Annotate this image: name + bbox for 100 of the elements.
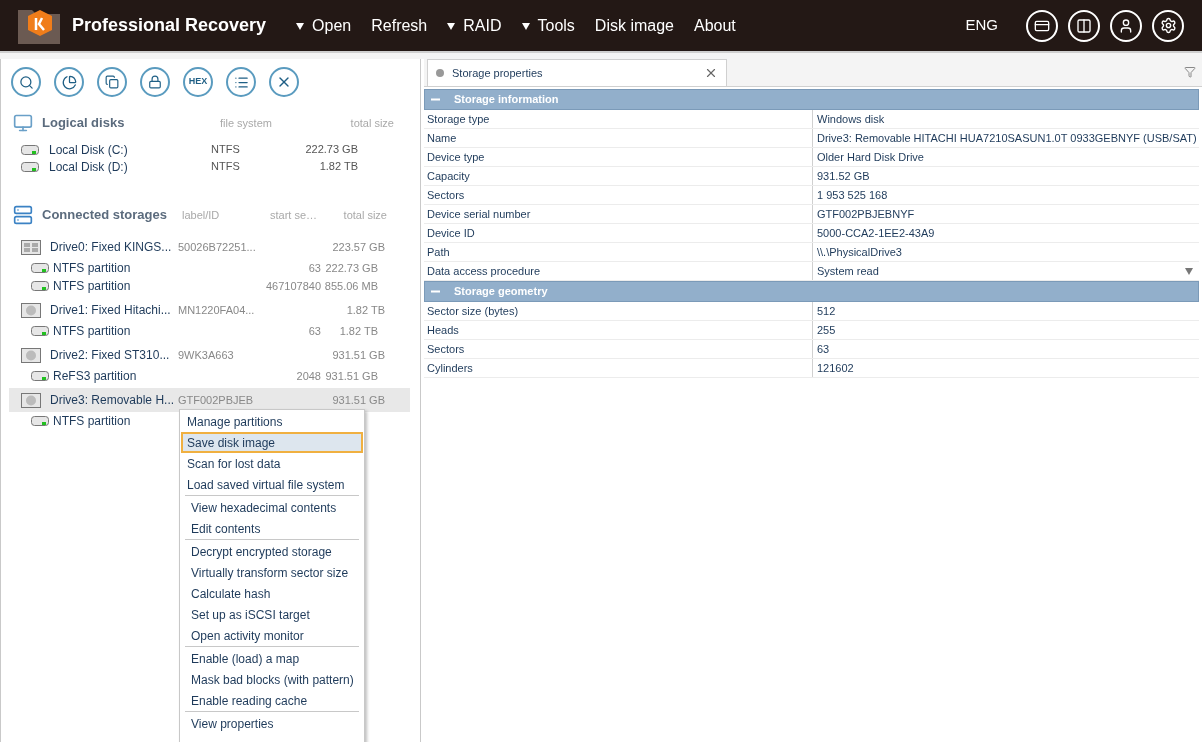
user-icon[interactable] [1110, 9, 1142, 42]
property-dropdown[interactable]: System read [813, 262, 1199, 280]
property-name: Cylinders [424, 359, 813, 377]
total-size: 931.51 GB [331, 392, 385, 408]
dropdown-arrow-icon [296, 21, 305, 30]
partition-icon [31, 370, 49, 382]
start-sector: 63 [307, 260, 321, 276]
property-value: GTF002PBJEBNYF [816, 206, 916, 222]
total-size: 931.51 GB [324, 368, 378, 384]
total-size: 855.06 MB [323, 278, 378, 294]
context-menu-item[interactable]: Mask bad blocks (with pattern) [185, 669, 359, 690]
logical-disk-row[interactable]: Local Disk (C:) NTFS 222.73 GB [1, 141, 420, 158]
property-value: \\.\PhysicalDrive3 [816, 244, 903, 260]
property-name: Heads [424, 321, 813, 339]
property-name: Name [424, 129, 813, 147]
property-value: 1 953 525 168 [816, 187, 889, 203]
property-name: Sector size (bytes) [424, 302, 813, 320]
total-size: 223.57 GB [331, 239, 385, 255]
close-icon[interactable] [704, 66, 718, 80]
context-menu-item[interactable]: Enable reading cache [185, 690, 359, 711]
storage-properties-tab[interactable]: Storage properties [427, 59, 727, 86]
partition-name: NTFS partition [53, 323, 132, 340]
language-button[interactable]: ENG [965, 14, 998, 37]
column-header: file system [220, 115, 273, 131]
menu-item[interactable]: RAID [447, 13, 502, 38]
context-menu-item[interactable]: View hexadecimal contents [185, 497, 359, 518]
filter-icon[interactable] [1184, 66, 1196, 78]
dropdown-arrow-icon [521, 21, 530, 30]
context-menu-item[interactable]: Load saved virtual file system [181, 474, 363, 495]
property-value: 512 [816, 303, 837, 319]
start-sector: 63 [307, 323, 321, 339]
context-menu-item[interactable]: Scan for lost data [181, 453, 363, 474]
start-sector: 2048 [295, 368, 321, 384]
storage-name: Drive0: Fixed KINGS... [50, 239, 173, 256]
panel-icon[interactable] [1068, 9, 1100, 42]
ssd-drive-icon [21, 239, 41, 255]
list-icon[interactable] [226, 67, 256, 97]
partition-icon [31, 415, 49, 427]
menu-item[interactable]: About [694, 13, 736, 38]
start-sector: 467107840 [264, 278, 321, 294]
total-size: 1.82 TB [345, 302, 385, 318]
status-dot-icon [436, 69, 444, 77]
section-title: Storage geometry [454, 284, 548, 300]
column-header: label/ID [182, 207, 221, 223]
property-value: 121602 [816, 360, 855, 376]
property-name: Device serial number [424, 205, 813, 223]
lock-icon[interactable] [140, 67, 170, 97]
copy-icon[interactable] [97, 67, 127, 97]
monitor-icon [13, 113, 33, 133]
property-value: 5000-CCA2-1EE2-43A9 [816, 225, 936, 241]
property-name: Path [424, 243, 813, 261]
property-name: Storage type [424, 110, 813, 128]
menu-item[interactable]: Refresh [371, 13, 428, 38]
property-value: 255 [816, 322, 837, 338]
menu-item[interactable]: Disk image [594, 13, 674, 38]
search-icon[interactable] [11, 67, 41, 97]
context-menu-item[interactable]: Calculate hash [185, 583, 359, 604]
storage-name: Drive2: Fixed ST310... [50, 347, 171, 364]
storage-row[interactable]: Drive3: Removable H... GTF002PBJEB 931.51 GB [9, 388, 410, 412]
storage-row[interactable]: Drive0: Fixed KINGS... 50026B72251... 223.57 GB [9, 235, 410, 259]
logical-disk-row[interactable]: Local Disk (D:) NTFS 1.82 TB [1, 158, 420, 175]
property-value: 63 [816, 341, 831, 357]
context-menu-item[interactable]: Open activity monitor [185, 625, 359, 646]
pie-chart-icon[interactable] [54, 67, 84, 97]
property-name: Sectors [424, 340, 813, 358]
storage-label: 9WK3A663 [178, 347, 235, 363]
property-value: Windows disk [816, 111, 886, 127]
disk-name: Local Disk (C:) [49, 141, 129, 159]
app-title: Professional Recovery [72, 14, 267, 37]
menu-item[interactable]: Tools [521, 13, 575, 38]
context-menu-item[interactable]: Save disk image [181, 432, 363, 453]
property-name: Sectors [424, 186, 813, 204]
property-value: Drive3: Removable HITACHI HUA7210SASUN1.0T 0933GEBNYF (USB/SAT) [816, 130, 1198, 146]
context-menu-item[interactable]: Manage partitions [181, 411, 363, 432]
context-menu-item[interactable]: Virtually transform sector size [185, 562, 359, 583]
context-menu-item[interactable]: Edit contents [185, 518, 359, 539]
tab-label: Storage properties [452, 65, 544, 81]
storage-row[interactable]: Drive1: Fixed Hitachi... MN1220FA04... 1.82 TB [9, 298, 410, 322]
hex-button[interactable]: HEX [183, 67, 213, 97]
dropdown-arrow-icon [447, 21, 456, 30]
context-menu-item[interactable]: Enable (load) a map [185, 648, 359, 669]
partition-name: ReFS3 partition [53, 368, 138, 385]
property-name: Data access procedure [424, 262, 813, 280]
partition-icon [31, 262, 49, 274]
section-title: Connected storages [42, 206, 168, 225]
context-menu-item[interactable]: View properties [185, 713, 359, 734]
windows-icon[interactable] [1026, 9, 1058, 42]
menu-item[interactable]: Open [296, 13, 352, 38]
context-menu-item[interactable]: Decrypt encrypted storage [185, 541, 359, 562]
close-icon[interactable] [269, 67, 299, 97]
context-menu-item[interactable]: Set up as iSCSI target [185, 604, 359, 625]
total-size: 222.73 GB [304, 142, 358, 158]
column-header: total size [342, 207, 387, 223]
storage-name: Drive3: Removable H... [50, 392, 176, 409]
total-size: 222.73 GB [324, 260, 378, 276]
settings-icon[interactable] [1152, 9, 1184, 42]
storage-row[interactable]: Drive2: Fixed ST310... 9WK3A663 931.51 GB [9, 343, 410, 367]
property-name: Capacity [424, 167, 813, 185]
partition-icon [31, 325, 49, 337]
partition-name: NTFS partition [53, 278, 132, 295]
